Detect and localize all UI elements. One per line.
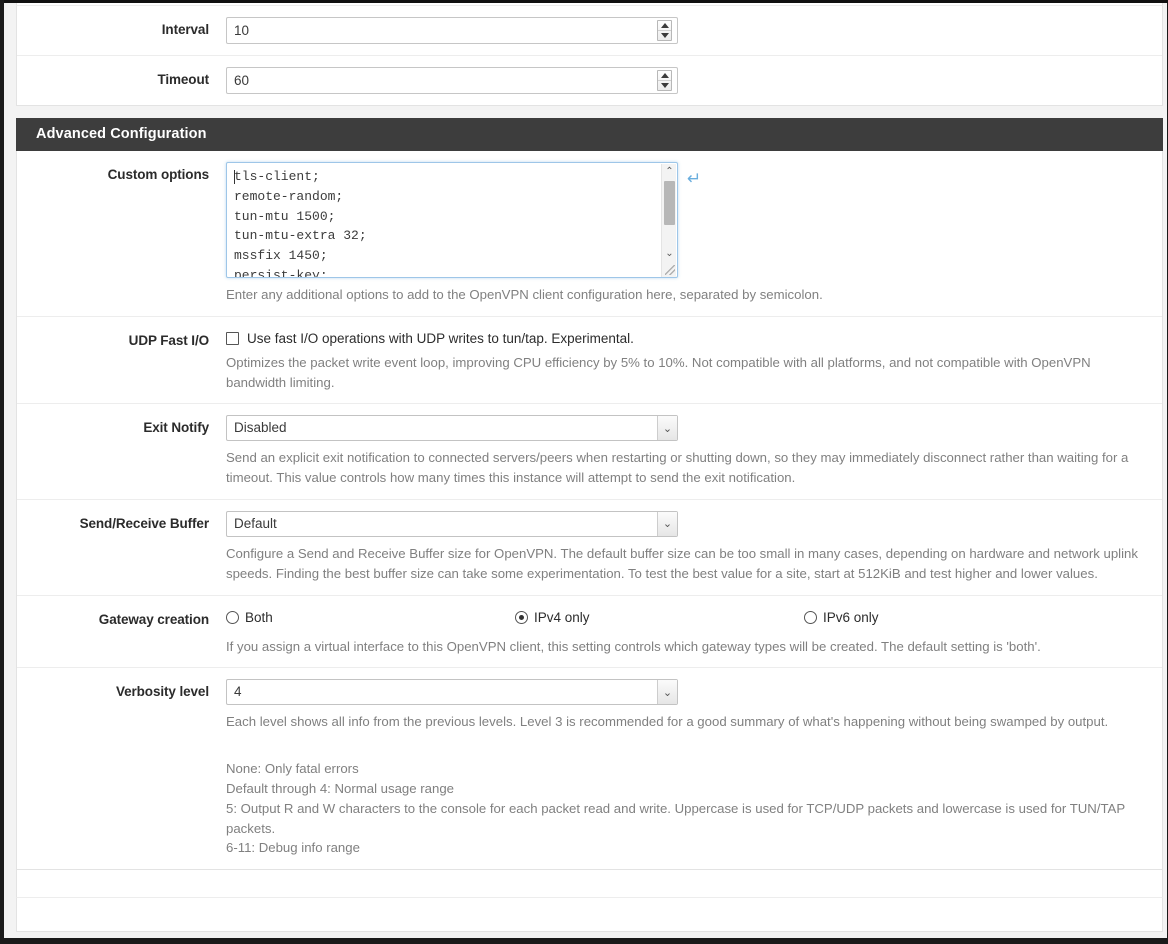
row-exit-notify: Exit Notify Disabled ⌄ Send an explicit … (17, 404, 1162, 500)
triangle-down-icon (660, 33, 669, 38)
basic-settings-panel: Interval Timeout (16, 6, 1163, 106)
interval-stepper-down[interactable] (658, 31, 671, 40)
timeout-field-wrap (226, 67, 678, 94)
send-receive-buffer-label: Send/Receive Buffer (79, 515, 210, 531)
radio-ipv6-label: IPv6 only (823, 609, 879, 625)
chevron-down-icon[interactable]: ⌄ (657, 416, 677, 441)
chevron-down-icon[interactable]: ⌄ (657, 680, 677, 705)
scroll-down-icon[interactable]: ⌄ (662, 246, 677, 261)
custom-options-label: Custom options (107, 167, 209, 182)
row-verbosity-level: Verbosity level 4 ⌄ Each level shows all… (17, 668, 1162, 870)
timeout-stepper[interactable] (657, 70, 672, 91)
udp-fast-io-checkbox-line[interactable]: Use fast I/O operations with UDP writes … (226, 328, 1144, 346)
exit-notify-label: Exit Notify (143, 420, 209, 436)
row-custom-options: Custom options tls-client; remote-random… (17, 151, 1162, 317)
interval-stepper-up[interactable] (658, 21, 671, 31)
scrollbar-thumb[interactable] (664, 181, 675, 225)
custom-options-text: tls-client; remote-random; tun-mtu 1500;… (234, 169, 367, 278)
enter-return-icon: ↵ (687, 169, 702, 189)
verbosity-level-label: Verbosity level (115, 684, 209, 700)
verbosity-help-line-1: Default through 4: Normal usage range (226, 780, 454, 796)
radio-ipv4-indicator[interactable] (515, 610, 528, 624)
help-spacer (226, 740, 1144, 759)
timeout-stepper-down[interactable] (658, 81, 671, 90)
gateway-creation-help: If you assign a virtual interface to thi… (226, 638, 1041, 654)
verbosity-level-select-wrap[interactable]: 4 ⌄ (226, 679, 678, 706)
udp-fast-io-label: UDP Fast I/O (128, 332, 209, 348)
udp-fast-io-checkbox[interactable] (226, 331, 239, 345)
radio-ipv6-indicator[interactable] (804, 610, 817, 624)
verbosity-help-line-2: 5: Output R and W characters to the cons… (226, 800, 1125, 836)
exit-notify-select-wrap[interactable]: Disabled ⌄ (226, 415, 678, 442)
panel-footer-row-2 (16, 898, 1163, 933)
content-column: Interval Timeout (8, 3, 1167, 938)
interval-label: Interval (161, 22, 209, 37)
timeout-stepper-up[interactable] (658, 71, 671, 81)
triangle-up-icon (660, 23, 669, 28)
row-interval: Interval (17, 6, 1162, 56)
verbosity-help-line-0: None: Only fatal errors (226, 761, 359, 777)
send-receive-buffer-select-wrap[interactable]: Default ⌄ (226, 510, 678, 537)
exit-notify-help: Send an explicit exit notification to co… (226, 450, 1129, 486)
panel-footer-row-1 (16, 870, 1163, 899)
triangle-down-icon (660, 83, 669, 88)
scroll-up-icon[interactable]: ⌃ (662, 164, 677, 179)
gateway-creation-radio-group: Both IPv4 only IPv6 only (226, 607, 1144, 625)
section-header-advanced-configuration: Advanced Configuration (16, 118, 1163, 151)
row-send-receive-buffer: Send/Receive Buffer Default ⌄ Configure … (17, 499, 1162, 596)
custom-options-wrap: tls-client; remote-random; tun-mtu 1500;… (226, 162, 701, 278)
radio-option-both[interactable]: Both (226, 610, 515, 625)
verbosity-level-help-intro: Each level shows all info from the previ… (226, 714, 1109, 730)
row-timeout: Timeout (17, 56, 1162, 105)
send-receive-buffer-help: Configure a Send and Receive Buffer size… (226, 545, 1138, 581)
page-frame: Interval Timeout (0, 0, 1168, 944)
panel-gap (8, 106, 1167, 118)
verbosity-level-help-lines: None: Only fatal errors Default through … (226, 740, 1144, 858)
row-gateway-creation: Gateway creation Both IPv4 only IPv6 onl… (17, 595, 1162, 669)
textarea-scrollbar[interactable]: ⌃ ⌄ (661, 164, 677, 277)
advanced-configuration-panel: Custom options tls-client; remote-random… (16, 151, 1163, 871)
radio-option-ipv4-only[interactable]: IPv4 only (515, 610, 804, 625)
udp-fast-io-checkbox-label: Use fast I/O operations with UDP writes … (247, 330, 634, 346)
timeout-label: Timeout (157, 72, 209, 87)
verbosity-help-line-3: 6-11: Debug info range (226, 840, 360, 856)
interval-input[interactable] (226, 17, 678, 44)
gateway-creation-label: Gateway creation (98, 611, 209, 627)
exit-notify-select[interactable]: Disabled (226, 415, 678, 442)
radio-option-ipv6-only[interactable]: IPv6 only (804, 610, 879, 625)
chevron-down-icon[interactable]: ⌄ (657, 511, 677, 536)
interval-field-wrap (226, 17, 678, 44)
custom-options-help: Enter any additional options to add to t… (226, 287, 823, 302)
custom-options-textarea[interactable]: tls-client; remote-random; tun-mtu 1500;… (226, 162, 678, 278)
radio-both-label: Both (245, 609, 273, 625)
interval-stepper[interactable] (657, 20, 672, 41)
radio-both-indicator[interactable] (226, 610, 239, 624)
verbosity-level-select[interactable]: 4 (226, 679, 678, 706)
radio-ipv4-label: IPv4 only (534, 609, 590, 625)
triangle-up-icon (660, 73, 669, 78)
udp-fast-io-help: Optimizes the packet write event loop, i… (226, 354, 1091, 390)
send-receive-buffer-select[interactable]: Default (226, 510, 678, 537)
row-udp-fast-io: UDP Fast I/O Use fast I/O operations wit… (17, 316, 1162, 405)
timeout-input[interactable] (226, 67, 678, 94)
resize-grip-icon[interactable] (665, 265, 675, 275)
